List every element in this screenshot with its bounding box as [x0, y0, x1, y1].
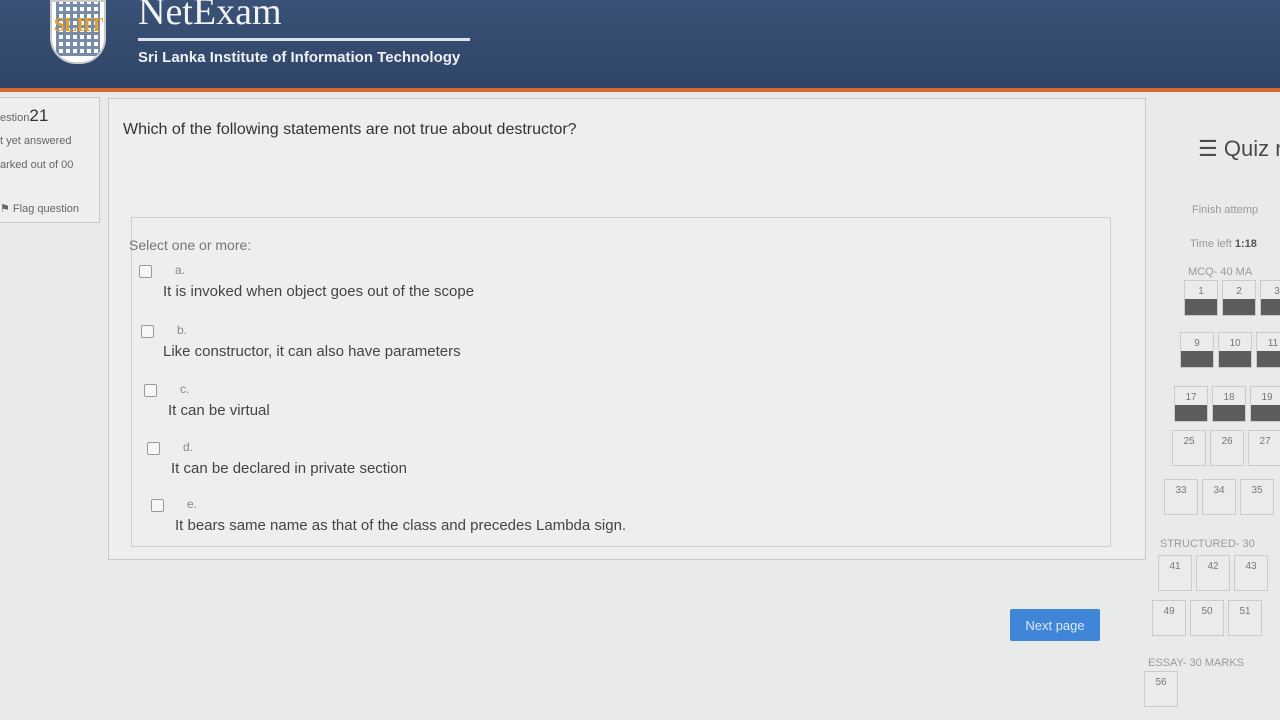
- option-b-checkbox[interactable]: [141, 325, 154, 338]
- answered-indicator: [1175, 405, 1207, 421]
- option-text: It can be virtual: [168, 402, 270, 419]
- quiz-nav-button-26[interactable]: 26: [1210, 430, 1244, 466]
- quiz-nav-number: 11: [1267, 338, 1279, 349]
- quiz-nav-number: 25: [1183, 436, 1195, 447]
- quiz-nav-number: 17: [1185, 392, 1197, 403]
- option-e-checkbox[interactable]: [151, 499, 164, 512]
- section-essay-label: ESSAY- 30 MARKS: [1148, 657, 1244, 669]
- quiz-nav-number: 50: [1201, 606, 1213, 617]
- option-text: It can be declared in private section: [171, 460, 407, 477]
- quiz-nav-button-10[interactable]: 10: [1218, 332, 1252, 368]
- quiz-nav-number: 33: [1175, 485, 1187, 496]
- quiz-nav-button-41[interactable]: 41: [1158, 555, 1192, 591]
- quiz-nav-number: 34: [1213, 485, 1225, 496]
- option-text: It bears same name as that of the class …: [175, 517, 627, 534]
- quiz-nav-button-9[interactable]: 9: [1180, 332, 1214, 368]
- question-info: estion21 t yet answered arked out of 00 …: [0, 97, 100, 223]
- quiz-nav-number: 2: [1236, 286, 1242, 297]
- quiz-nav-button-35[interactable]: 35: [1240, 479, 1274, 515]
- section-structured-label: STRUCTURED- 30: [1160, 538, 1255, 550]
- site-header: SLIIT NetExam Sri Lanka Institute of Inf…: [0, 0, 1280, 92]
- quiz-nav-button-19[interactable]: 19: [1250, 386, 1280, 422]
- option-d-checkbox[interactable]: [147, 442, 160, 455]
- quiz-nav-button-2[interactable]: 2: [1222, 280, 1256, 316]
- quiz-nav-button-1[interactable]: 1: [1184, 280, 1218, 316]
- quiz-nav-number: 41: [1169, 561, 1181, 572]
- answered-indicator: [1219, 351, 1251, 367]
- question-panel: Which of the following statements are no…: [108, 98, 1146, 560]
- sliit-logo[interactable]: SLIIT: [50, 0, 106, 64]
- answered-indicator: [1261, 299, 1280, 315]
- flag-question-link[interactable]: ⚑ Flag question: [0, 202, 79, 215]
- quiz-nav-button-42[interactable]: 42: [1196, 555, 1230, 591]
- quiz-nav-button-56[interactable]: 56: [1144, 671, 1178, 707]
- quiz-navigation: ☰ Quiz n Finish attemp Time left 1:18 MC…: [1140, 130, 1280, 720]
- quiz-nav-button-3[interactable]: 3: [1260, 280, 1280, 316]
- option-letter: e.: [187, 497, 198, 511]
- quiz-nav-number: 9: [1194, 338, 1200, 349]
- option-c-checkbox[interactable]: [144, 384, 157, 397]
- institute-name: Sri Lanka Institute of Information Techn…: [138, 49, 461, 66]
- quiz-nav-number: 35: [1251, 485, 1263, 496]
- answered-indicator: [1213, 405, 1245, 421]
- quiz-nav-button-27[interactable]: 27: [1248, 430, 1280, 466]
- quiz-nav-number: 1: [1198, 286, 1204, 297]
- quiz-nav-button-25[interactable]: 25: [1172, 430, 1206, 466]
- option-text: It is invoked when object goes out of th…: [163, 283, 475, 300]
- next-page-button[interactable]: Next page: [1010, 609, 1100, 641]
- quiz-nav-number: 42: [1207, 561, 1219, 572]
- quiz-nav-button-51[interactable]: 51: [1228, 600, 1262, 636]
- quiz-nav-number: 19: [1261, 392, 1273, 403]
- quiz-nav-number: 49: [1163, 606, 1175, 617]
- question-marks: arked out of 00: [0, 159, 74, 171]
- question-number: estion21: [0, 106, 49, 125]
- answer-prompt: Select one or more:: [129, 237, 252, 253]
- quiz-nav-number: 26: [1221, 436, 1233, 447]
- answered-indicator: [1181, 351, 1213, 367]
- quiz-nav-number: 43: [1245, 561, 1257, 572]
- menu-icon[interactable]: ☰: [1198, 136, 1218, 161]
- logo-text: SLIIT: [53, 14, 103, 36]
- quiz-nav-title: ☰ Quiz n: [1198, 136, 1280, 161]
- quiz-nav-button-11[interactable]: 11: [1256, 332, 1280, 368]
- question-status: t yet answered: [0, 135, 72, 147]
- answered-indicator: [1257, 351, 1280, 367]
- finish-attempt-link[interactable]: Finish attemp: [1192, 204, 1258, 216]
- time-left: Time left 1:18: [1190, 238, 1257, 250]
- question-text: Which of the following statements are no…: [123, 121, 577, 138]
- quiz-nav-button-33[interactable]: 33: [1164, 479, 1198, 515]
- quiz-nav-button-50[interactable]: 50: [1190, 600, 1224, 636]
- app-name: NetExam: [138, 0, 282, 33]
- quiz-nav-number: 56: [1155, 677, 1167, 688]
- answer-box: [131, 217, 1111, 547]
- option-letter: b.: [177, 323, 188, 337]
- quiz-nav-number: 27: [1259, 436, 1271, 447]
- section-mcq-label: MCQ- 40 MA: [1188, 266, 1253, 278]
- option-letter: d.: [183, 440, 194, 454]
- brand-divider: [138, 38, 470, 41]
- quiz-nav-button-17[interactable]: 17: [1174, 386, 1208, 422]
- answered-indicator: [1251, 405, 1280, 421]
- quiz-nav-button-49[interactable]: 49: [1152, 600, 1186, 636]
- quiz-nav-number: 51: [1239, 606, 1251, 617]
- quiz-nav-button-18[interactable]: 18: [1212, 386, 1246, 422]
- quiz-nav-number: 3: [1274, 286, 1280, 297]
- quiz-nav-number: 10: [1229, 338, 1241, 349]
- option-text: Like constructor, it can also have param…: [163, 343, 461, 360]
- answered-indicator: [1185, 299, 1217, 315]
- answered-indicator: [1223, 299, 1255, 315]
- option-letter: a.: [175, 263, 186, 277]
- quiz-nav-button-43[interactable]: 43: [1234, 555, 1268, 591]
- quiz-nav-number: 18: [1223, 392, 1235, 403]
- option-letter: c.: [180, 382, 190, 396]
- quiz-nav-button-34[interactable]: 34: [1202, 479, 1236, 515]
- option-a-checkbox[interactable]: [139, 265, 152, 278]
